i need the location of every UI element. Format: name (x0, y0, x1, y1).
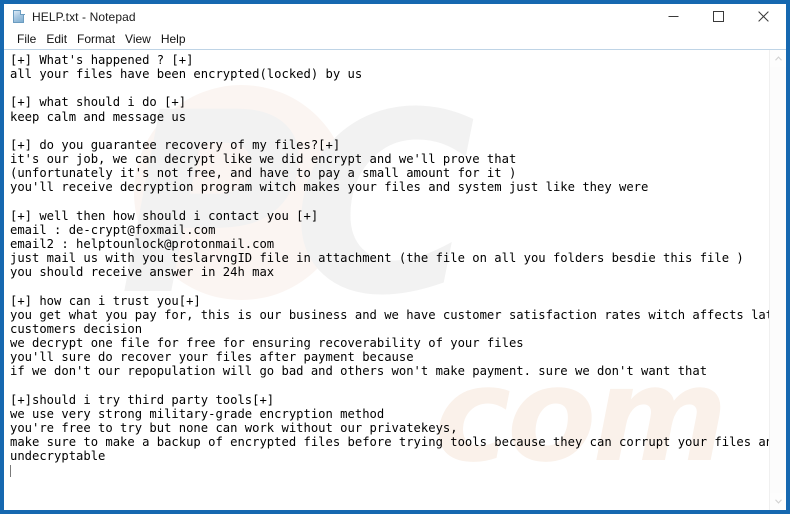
menu-item-help[interactable]: Help (156, 29, 191, 49)
title-bar[interactable]: HELP.txt - Notepad (4, 0, 786, 29)
maximize-icon (713, 11, 724, 22)
text-editor-surface[interactable]: PC com [+] What's happened ? [+] all you… (4, 50, 769, 510)
scrollbar-up-button[interactable] (770, 50, 786, 67)
notepad-window: HELP.txt - Notepad File Edit Format View… (0, 0, 790, 514)
menu-bar: File Edit Format View Help (4, 29, 786, 49)
scrollbar-down-button[interactable] (770, 493, 786, 510)
chevron-down-icon (774, 499, 782, 504)
scrollbar-track[interactable] (770, 67, 786, 493)
window-controls (651, 2, 786, 31)
maximize-button[interactable] (696, 2, 741, 31)
window-title: HELP.txt - Notepad (32, 9, 136, 24)
menu-item-edit[interactable]: Edit (41, 29, 72, 49)
menu-item-view[interactable]: View (120, 29, 156, 49)
minimize-icon (668, 11, 679, 22)
editor-area: PC com [+] What's happened ? [+] all you… (4, 49, 786, 510)
close-button[interactable] (741, 2, 786, 31)
menu-item-format[interactable]: Format (72, 29, 120, 49)
menu-item-file[interactable]: File (12, 29, 41, 49)
ransom-note-body: [+] What's happened ? [+] all your files… (10, 53, 769, 464)
title-bar-left: HELP.txt - Notepad (4, 9, 651, 24)
close-icon (758, 11, 769, 22)
vertical-scrollbar[interactable] (769, 50, 786, 510)
text-caret (10, 464, 11, 477)
chevron-up-icon (774, 56, 782, 61)
minimize-button[interactable] (651, 2, 696, 31)
ransom-note-text[interactable]: [+] What's happened ? [+] all your files… (4, 50, 769, 478)
text-document-icon (12, 9, 26, 24)
